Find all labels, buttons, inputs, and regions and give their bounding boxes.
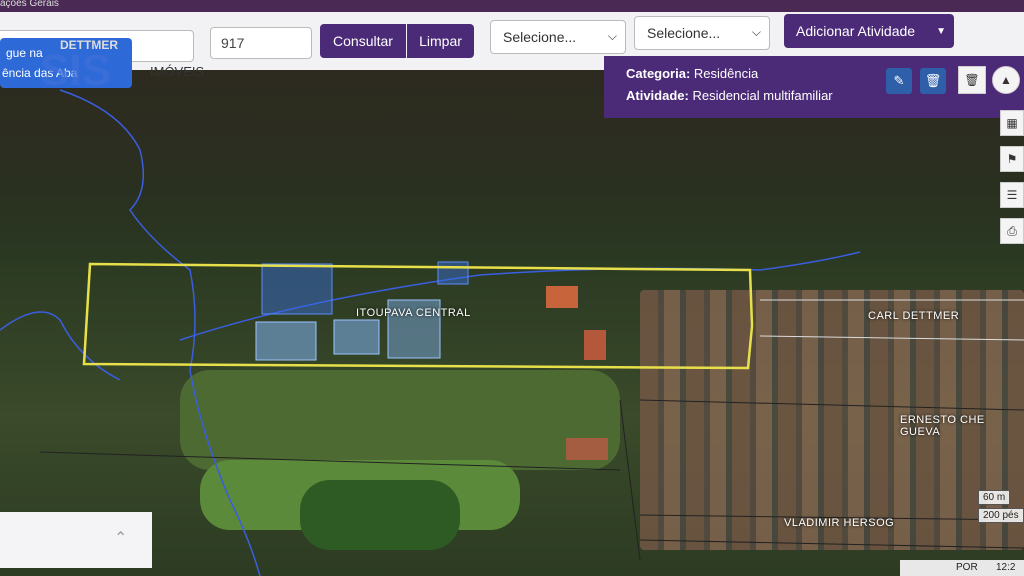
activity-select[interactable]: Selecione... ⌵ [634,16,770,50]
activity-value: Residencial multifamiliar [692,88,833,103]
overlay-logo: gue na ência das Aba DETTMER SIS IMÓVEIS [0,32,204,95]
address-line-1: gue na [6,46,43,60]
category-row: Categoria: Residência [626,66,758,81]
area-label: ITOUPAVA CENTRAL [356,307,471,319]
page-title: ações Gerais [0,0,59,9]
river-line [59,89,261,576]
trash-icon[interactable]: 🗑 [920,68,946,94]
app-titlebar: ações Gerais [0,0,1024,12]
qr-icon[interactable]: ▦ [1000,110,1024,136]
building-roof-2 [584,330,606,360]
stream-line [0,311,121,381]
edit-icon[interactable]: ✎ [886,68,912,94]
activity-row: Atividade: Residencial multifamiliar [626,88,833,103]
clear-button[interactable]: Limpar [407,24,474,58]
chevron-down-icon[interactable]: ▼ [936,26,946,37]
consult-button[interactable]: Consultar [320,24,406,58]
water-area-1 [261,263,333,315]
street-label-vladimir: VLADIMIR HERSOG [784,517,895,529]
category-label: Categoria: [626,66,691,81]
print-icon[interactable]: ⎙ [1000,218,1024,244]
scale-bar-meters: 60 m [978,490,1011,505]
category-select[interactable]: Selecione... ⌵ [490,20,626,54]
code-field[interactable]: 917 [210,27,312,59]
building-roof [546,286,578,308]
activity-label: Atividade: [626,88,689,103]
street-label-carl-dettmer: CARL DETTMER [868,310,960,322]
water-area-5 [437,261,469,285]
add-activity-label: Adicionar Atividade [796,23,916,39]
scale-bar-feet: 200 pés [978,508,1024,523]
brand-sub: IMÓVEIS [150,64,205,79]
compass-icon[interactable]: ▲ [992,66,1020,94]
chevron-down-icon: ⌵ [751,25,761,39]
language-indicator[interactable]: POR [956,562,978,573]
category-value: Residência [693,66,759,81]
chevron-down-icon: ⌵ [607,29,617,43]
building-roof-3 [566,438,608,460]
street-label-ernesto: ERNESTO CHE GUEVA [900,414,985,438]
bookmark-icon[interactable]: ⚑ [1000,146,1024,172]
water-area-3 [333,319,380,355]
chevron-up-icon[interactable]: ⌃ [114,528,127,548]
brand-logo: SIS [40,46,111,95]
layers-icon[interactable]: ☰ [1000,182,1024,208]
water-area-2 [255,321,317,361]
trash-icon[interactable]: 🗑 [958,66,986,94]
parcel-lines [39,399,1024,561]
category-select-value: Selecione... [503,29,577,45]
taskbar: POR 12:2 [900,560,1024,576]
add-activity-button[interactable]: Adicionar Atividade ▼ [784,14,954,48]
activity-select-value: Selecione... [647,25,721,41]
clock[interactable]: 12:2 [996,562,1015,573]
bottom-panel: ⌃ [0,512,152,568]
